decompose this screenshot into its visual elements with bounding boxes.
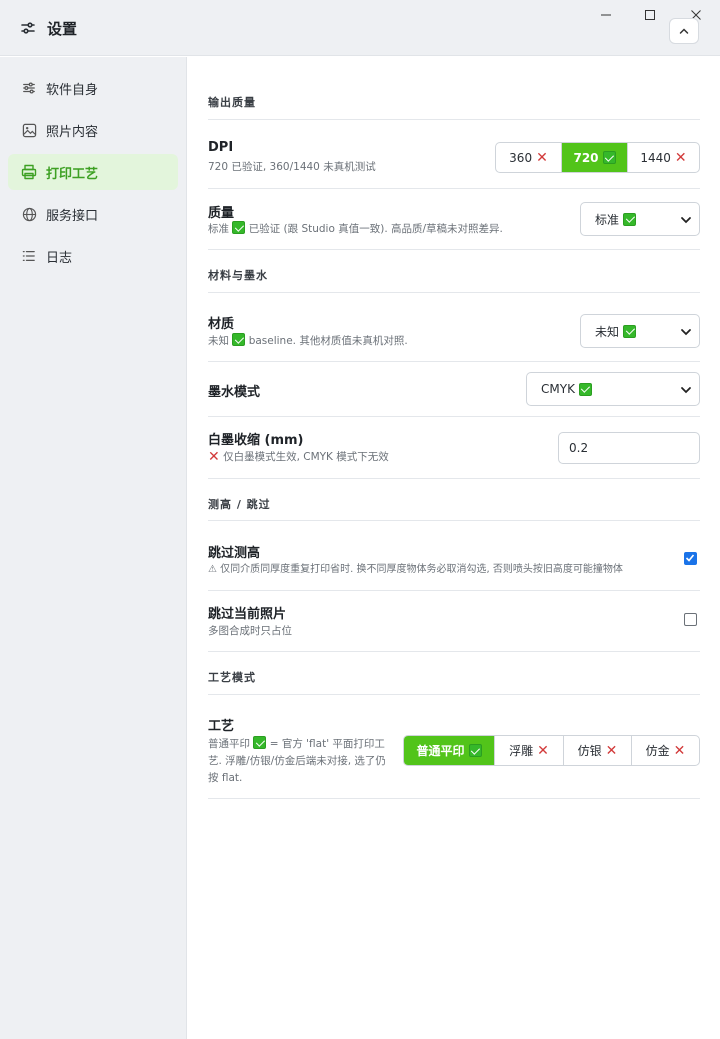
section-title-material-ink: 材料与墨水 xyxy=(208,269,268,282)
white-shrink-title: 白墨收缩 (mm) xyxy=(208,433,304,448)
minimize-button[interactable] xyxy=(586,2,626,28)
dpi-title: DPI xyxy=(208,140,234,155)
ink-mode-select[interactable]: CMYK xyxy=(526,372,700,406)
chevron-up-icon xyxy=(679,28,689,34)
process-title: 工艺 xyxy=(208,719,235,734)
dpi-option-1440[interactable]: 1440 ✕ xyxy=(628,143,699,172)
divider xyxy=(208,416,700,417)
check-icon xyxy=(685,554,695,562)
skip-photo-desc: 多图合成时只占位 xyxy=(208,625,292,637)
skip-height-title: 跳过测高 xyxy=(208,546,261,561)
dpi-option-720[interactable]: 720 xyxy=(562,143,628,172)
divider xyxy=(208,651,700,652)
process-option-flat[interactable]: 普通平印 xyxy=(404,736,495,765)
sliders-icon xyxy=(21,80,37,96)
section-title-output-quality: 输出质量 xyxy=(208,96,256,109)
sliders-icon xyxy=(20,20,36,36)
skip-height-desc: ⚠ 仅同介质同厚度重复打印省时. 换不同厚度物体务必取消勾选, 否则喷头按旧高度… xyxy=(208,564,623,575)
check-icon xyxy=(253,736,267,749)
divider xyxy=(208,478,700,479)
settings-panel: 输出质量 DPI 720 已验证, 360/1440 未真机测试 360 ✕ 72… xyxy=(188,57,720,1039)
process-desc: 普通平印 = 官方 'flat' 平面打印工艺. 浮雕/仿银/仿金后端未对接, … xyxy=(208,736,386,784)
material-title: 材质 xyxy=(208,317,235,332)
white-shrink-desc: ✕ 仅白墨模式生效, CMYK 模式下无效 xyxy=(208,449,389,465)
cross-icon: ✕ xyxy=(674,149,687,166)
dpi-option-360[interactable]: 360 ✕ xyxy=(496,143,562,172)
check-icon xyxy=(602,151,616,164)
title-bar: 设置 xyxy=(0,0,720,56)
cross-icon: ✕ xyxy=(208,449,220,465)
cross-icon: ✕ xyxy=(537,742,549,759)
quality-title: 质量 xyxy=(208,206,235,221)
divider xyxy=(208,694,700,695)
divider xyxy=(208,292,700,293)
sidebar-item-service[interactable]: 服务接口 xyxy=(8,196,178,232)
check-icon xyxy=(623,212,637,226)
sidebar-item-label: 打印工艺 xyxy=(46,166,99,182)
list-icon xyxy=(21,248,37,264)
skip-height-checkbox[interactable] xyxy=(684,552,697,565)
cross-icon: ✕ xyxy=(673,742,686,759)
ink-mode-title: 墨水模式 xyxy=(208,385,261,400)
printer-icon xyxy=(21,164,37,180)
check-icon xyxy=(623,324,637,338)
cross-icon: ✕ xyxy=(605,742,618,759)
process-option-silver[interactable]: 仿银 ✕ xyxy=(564,736,632,765)
sidebar-item-log[interactable]: 日志 xyxy=(8,238,178,274)
process-segmented-control: 普通平印 浮雕 ✕ 仿银 ✕ 仿金 ✕ xyxy=(403,735,700,766)
material-desc: 未知 baseline. 其他材质值未真机对照. xyxy=(208,333,408,347)
sidebar-item-label: 照片内容 xyxy=(46,124,99,140)
quality-desc: 标准 已验证 (跟 Studio 真值一致). 高品质/草稿未对照差异. xyxy=(208,221,503,235)
white-shrink-input[interactable]: 0.2 xyxy=(558,432,700,464)
quality-select[interactable]: 标准 xyxy=(580,202,700,236)
sidebar-item-label: 日志 xyxy=(46,250,73,266)
chevron-down-icon xyxy=(681,217,691,224)
check-icon xyxy=(578,382,592,396)
skip-photo-title: 跳过当前照片 xyxy=(208,607,287,622)
cross-icon: ✕ xyxy=(536,149,548,166)
image-icon xyxy=(21,122,37,138)
check-icon xyxy=(232,333,246,346)
divider xyxy=(208,361,700,362)
divider xyxy=(208,798,700,799)
divider xyxy=(208,119,700,120)
sidebar-item-label: 服务接口 xyxy=(46,208,99,224)
section-title-height-skip: 测高 / 跳过 xyxy=(208,498,271,511)
sidebar-item-print[interactable]: 打印工艺 xyxy=(8,154,178,190)
process-option-relief[interactable]: 浮雕 ✕ xyxy=(495,736,564,765)
sidebar-item-label: 软件自身 xyxy=(46,82,99,98)
globe-icon xyxy=(21,206,37,222)
divider xyxy=(208,188,700,189)
dpi-segmented-control: 360 ✕ 720 1440 ✕ xyxy=(495,142,700,173)
sidebar-item-software[interactable]: 软件自身 xyxy=(8,70,178,106)
section-title-process-mode: 工艺模式 xyxy=(208,671,256,684)
material-select[interactable]: 未知 xyxy=(580,314,700,348)
sidebar: 软件自身 照片内容 打印工艺 服务接口 日志 xyxy=(0,57,187,1039)
divider xyxy=(208,520,700,521)
divider xyxy=(208,590,700,591)
check-icon xyxy=(232,221,246,234)
window-title: 设置 xyxy=(47,20,78,38)
chevron-down-icon xyxy=(681,387,691,394)
skip-photo-checkbox[interactable] xyxy=(684,613,697,626)
maximize-button[interactable] xyxy=(630,2,670,28)
collapse-button[interactable] xyxy=(669,18,699,44)
check-icon xyxy=(468,744,482,757)
dpi-desc: 720 已验证, 360/1440 未真机测试 xyxy=(208,161,376,173)
sidebar-item-photo[interactable]: 照片内容 xyxy=(8,112,178,148)
process-option-gold[interactable]: 仿金 ✕ xyxy=(632,736,699,765)
chevron-down-icon xyxy=(681,329,691,336)
divider xyxy=(208,249,700,250)
